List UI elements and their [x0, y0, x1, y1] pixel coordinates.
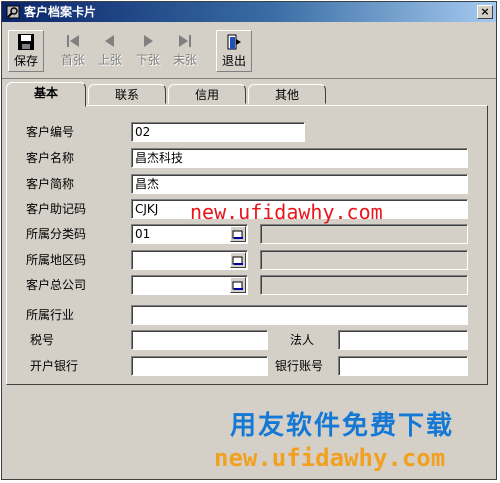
- head-office-lookup-button[interactable]: [230, 277, 246, 293]
- bank-label: 开户银行: [30, 359, 79, 373]
- exit-button[interactable]: 退出: [216, 30, 252, 72]
- category-lookup-button[interactable]: [230, 226, 246, 242]
- tab-basic[interactable]: 基本: [6, 82, 86, 107]
- last-button[interactable]: 末张: [168, 30, 202, 72]
- close-button[interactable]: ×: [477, 5, 493, 19]
- category-code-value: 01: [135, 227, 151, 241]
- tax-no-field[interactable]: [131, 330, 268, 350]
- watermark-slogan: 用友软件免费下载: [230, 411, 455, 441]
- lookup-icon: [232, 256, 243, 265]
- region-code-label: 所属地区码: [26, 253, 87, 267]
- lookup-icon: [232, 230, 243, 239]
- tab-other[interactable]: 其他: [248, 84, 326, 104]
- industry-field[interactable]: [131, 305, 468, 325]
- bank-account-label: 银行账号: [275, 359, 324, 373]
- legal-person-label: 法人: [290, 333, 315, 347]
- legal-person-field[interactable]: [338, 330, 468, 350]
- bank-account-field[interactable]: [338, 356, 468, 376]
- window-title: 客户档案卡片: [24, 5, 97, 19]
- app-icon: [6, 5, 20, 19]
- customer-short-label: 客户简称: [26, 177, 75, 191]
- tab-credit[interactable]: 信用: [168, 84, 246, 104]
- customer-name-label: 客户名称: [26, 151, 75, 165]
- industry-label: 所属行业: [26, 308, 75, 322]
- last-icon: [179, 35, 191, 47]
- customer-name-field[interactable]: 昌杰科技: [131, 148, 468, 168]
- save-icon: [18, 34, 34, 50]
- region-code-field[interactable]: [131, 250, 248, 270]
- save-button[interactable]: 保存: [8, 30, 44, 72]
- category-code-label: 所属分类码: [26, 227, 87, 241]
- tax-no-label: 税号: [30, 333, 55, 347]
- head-office-name-display: [260, 275, 468, 295]
- bank-field[interactable]: [131, 356, 268, 376]
- next-button[interactable]: 下张: [131, 30, 165, 72]
- watermark-url-bottom: new.ufidawhy.com: [214, 444, 446, 472]
- title-bar[interactable]: 客户档案卡片 ×: [2, 2, 496, 22]
- category-code-field[interactable]: 01: [131, 224, 248, 244]
- prev-icon: [105, 35, 114, 47]
- tab-contact[interactable]: 联系: [88, 84, 166, 104]
- head-office-label: 客户总公司: [26, 278, 87, 292]
- exit-icon: [227, 34, 241, 50]
- head-office-field[interactable]: [131, 275, 248, 295]
- tab-strip: 基本 联系 信用 其他: [6, 82, 486, 107]
- category-name-display: [260, 224, 468, 244]
- customer-short-field[interactable]: 昌杰: [131, 174, 468, 194]
- previous-button[interactable]: 上张: [93, 30, 127, 72]
- region-name-display: [260, 250, 468, 270]
- region-lookup-button[interactable]: [230, 252, 246, 268]
- watermark-url-top: new.ufidawhy.com: [190, 200, 383, 224]
- lookup-icon: [232, 281, 243, 290]
- first-button[interactable]: 首张: [56, 30, 90, 72]
- mnemonic-label: 客户助记码: [26, 202, 87, 216]
- first-icon: [67, 35, 79, 47]
- customer-code-label: 客户编号: [26, 125, 75, 139]
- customer-code-field[interactable]: 02: [131, 122, 305, 142]
- next-icon: [144, 35, 153, 47]
